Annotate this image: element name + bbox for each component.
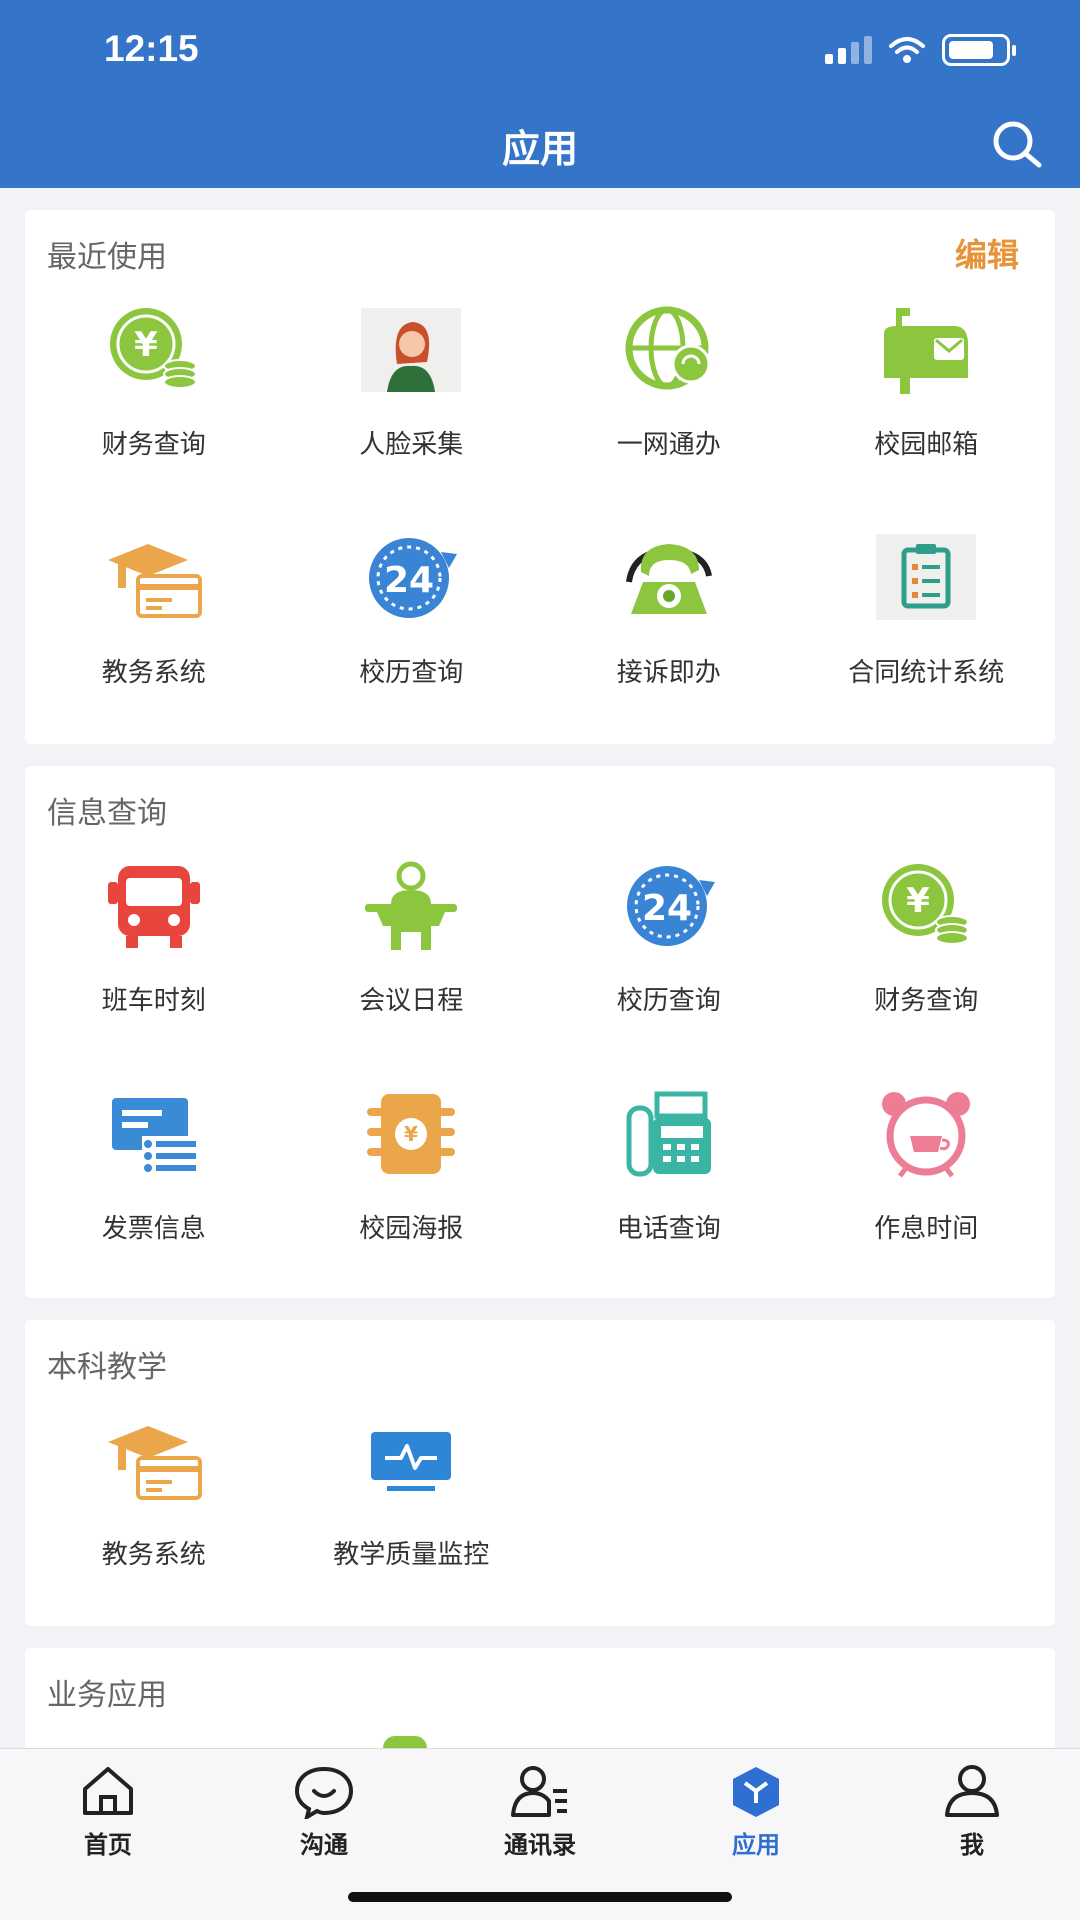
tab-apps[interactable]: 应用 xyxy=(648,1763,864,1860)
tab-label: 通讯录 xyxy=(504,1831,576,1859)
calendar-24-icon: 24 xyxy=(357,530,465,626)
app-tile-phone-query[interactable]: 电话查询 xyxy=(540,1086,798,1314)
app-label: 教务系统 xyxy=(101,1540,206,1570)
app-label: 教学质量监控 xyxy=(333,1540,490,1570)
app-label: 班车时刻 xyxy=(101,986,206,1016)
section-business-apps: 业务应用 xyxy=(25,1648,1055,1748)
section-info-query: 信息查询 班车时刻 会议日程 24 校历查询 ¥ 财务查询 发票信息 ¥ 校园海… xyxy=(25,766,1055,1298)
user-icon xyxy=(945,1765,999,1817)
app-label: 一网通办 xyxy=(616,430,721,460)
app-tile-academic-system[interactable]: 教务系统 xyxy=(25,1412,283,1640)
home-icon xyxy=(83,1767,133,1815)
app-label: 发票信息 xyxy=(101,1214,206,1244)
app-tile-meeting[interactable]: 会议日程 xyxy=(283,858,541,1086)
battery-icon xyxy=(942,34,1016,66)
tab-me[interactable]: 我 xyxy=(864,1763,1080,1860)
app-label: 校园海报 xyxy=(359,1214,464,1244)
telephone-icon xyxy=(615,530,723,626)
status-icons xyxy=(825,32,1016,68)
tab-chat[interactable]: 沟通 xyxy=(216,1763,432,1860)
finance-yuan-icon: ¥ xyxy=(872,858,980,954)
section-title: 业务应用 xyxy=(47,1678,167,1713)
poster-icon: ¥ xyxy=(357,1086,465,1182)
app-tile-calendar[interactable]: 24 校历查询 xyxy=(283,530,541,758)
monitor-pulse-icon xyxy=(357,1412,465,1508)
app-label: 会议日程 xyxy=(359,986,464,1016)
app-tile-finance-query[interactable]: ¥ 财务查询 xyxy=(798,858,1056,1086)
tab-label: 沟通 xyxy=(300,1831,348,1859)
chat-icon xyxy=(294,1766,354,1819)
tab-label: 首页 xyxy=(84,1831,132,1859)
bus-icon xyxy=(100,858,208,954)
svg-text:¥: ¥ xyxy=(906,881,930,921)
mailbox-icon xyxy=(872,302,980,398)
app-label: 接诉即办 xyxy=(616,658,721,688)
app-tile-calendar-query[interactable]: 24 校历查询 xyxy=(540,858,798,1086)
meeting-speaker-icon xyxy=(357,858,465,954)
tab-home[interactable]: 首页 xyxy=(0,1763,216,1860)
section-title: 本科教学 xyxy=(47,1350,167,1385)
svg-text:¥: ¥ xyxy=(134,325,158,365)
app-tile-finance[interactable]: ¥ 财务查询 xyxy=(25,302,283,530)
search-icon[interactable] xyxy=(990,118,1044,172)
section-recent: 最近使用 编辑 ¥ 财务查询 人脸采集 一网通办 校园邮箱 教务系统 24 校历… xyxy=(25,210,1055,744)
apps-scroll-area[interactable]: 最近使用 编辑 ¥ 财务查询 人脸采集 一网通办 校园邮箱 教务系统 24 校历… xyxy=(0,188,1080,1748)
app-label: 人脸采集 xyxy=(359,430,464,460)
app-label: 合同统计系统 xyxy=(848,658,1005,688)
globe-service-icon xyxy=(615,302,723,398)
home-indicator xyxy=(348,1892,732,1902)
cellular-signal-icon xyxy=(825,36,872,64)
tab-contacts[interactable]: 通讯录 xyxy=(432,1763,648,1860)
wifi-icon xyxy=(889,37,925,63)
app-tile-shuttle-bus[interactable]: 班车时刻 xyxy=(25,858,283,1086)
app-tile-poster[interactable]: ¥ 校园海报 xyxy=(283,1086,541,1314)
top-app-bar: 12:15 应用 xyxy=(0,0,1080,188)
section-title: 信息查询 xyxy=(47,796,167,831)
clipboard-checklist-icon xyxy=(872,530,980,626)
app-tile-invoice[interactable]: 发票信息 xyxy=(25,1086,283,1314)
status-time: 12:15 xyxy=(104,28,199,69)
face-capture-icon xyxy=(357,302,465,398)
calendar-24-icon: 24 xyxy=(615,858,723,954)
apps-cube-icon xyxy=(733,1767,779,1817)
svg-text:¥: ¥ xyxy=(404,1122,418,1146)
app-tile-teaching-quality[interactable]: 教学质量监控 xyxy=(283,1412,541,1640)
app-label: 教务系统 xyxy=(101,658,206,688)
svg-text:24: 24 xyxy=(642,888,692,929)
edit-button[interactable]: 编辑 xyxy=(955,230,1019,276)
page-title: 应用 xyxy=(501,127,578,171)
invoice-list-icon xyxy=(100,1086,208,1182)
app-tile-contract[interactable]: 合同统计系统 xyxy=(798,530,1056,758)
contacts-icon xyxy=(511,1766,567,1817)
tab-label: 应用 xyxy=(732,1831,780,1859)
partial-app-icon xyxy=(383,1736,427,1748)
app-label: 电话查询 xyxy=(616,1214,721,1244)
app-label: 校园邮箱 xyxy=(874,430,979,460)
app-tile-one-network[interactable]: 一网通办 xyxy=(540,302,798,530)
section-title: 最近使用 xyxy=(47,240,167,275)
tab-label: 我 xyxy=(960,1831,984,1859)
svg-text:24: 24 xyxy=(384,560,434,601)
app-tile-complaint[interactable]: 接诉即办 xyxy=(540,530,798,758)
alarm-clock-icon xyxy=(872,1086,980,1182)
app-label: 作息时间 xyxy=(874,1214,979,1244)
app-label: 校历查询 xyxy=(359,658,464,688)
academic-cap-icon xyxy=(100,530,208,626)
fax-phone-icon xyxy=(615,1086,723,1182)
finance-yuan-icon: ¥ xyxy=(100,302,208,398)
app-label: 财务查询 xyxy=(874,986,979,1016)
app-tile-mailbox[interactable]: 校园邮箱 xyxy=(798,302,1056,530)
app-tile-schedule[interactable]: 作息时间 xyxy=(798,1086,1056,1314)
app-tile-face-capture[interactable]: 人脸采集 xyxy=(283,302,541,530)
academic-cap-icon xyxy=(100,1412,208,1508)
app-label: 财务查询 xyxy=(101,430,206,460)
app-tile-academic[interactable]: 教务系统 xyxy=(25,530,283,758)
app-label: 校历查询 xyxy=(616,986,721,1016)
section-undergrad-teaching: 本科教学 教务系统 教学质量监控 xyxy=(25,1320,1055,1626)
